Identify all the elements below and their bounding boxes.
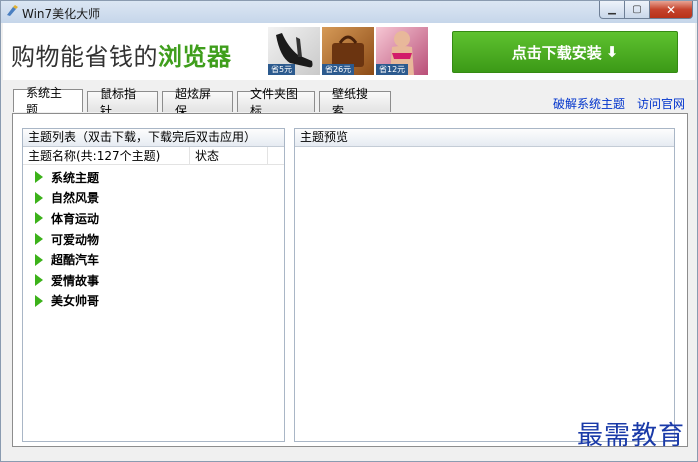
expand-arrow-icon[interactable] — [35, 171, 43, 184]
maximize-button[interactable]: ▢ — [625, 1, 650, 19]
maximize-icon: ▢ — [632, 4, 642, 15]
product-images: 省5元 省26元 省12元 — [268, 27, 428, 75]
theme-list-panel: 主题列表（双击下载，下载完后双击应用） 主题名称(共:127个主题) 状态 系统… — [22, 128, 285, 442]
tab-wallpaper-search[interactable]: 壁纸搜索 — [319, 87, 391, 118]
expand-arrow-icon[interactable] — [35, 294, 43, 307]
minimize-icon: ▁ — [608, 4, 616, 15]
theme-list-header: 主题列表（双击下载，下载完后双击应用） — [23, 129, 284, 147]
list-item-label: 体育运动 — [51, 211, 100, 226]
column-status[interactable]: 状态 — [190, 147, 268, 164]
slogan-prefix: 购物能省钱的 — [11, 43, 158, 71]
minimize-button[interactable]: ▁ — [599, 1, 625, 19]
install-label: 点击下载安装 — [511, 43, 602, 62]
tab-mouse-pointers[interactable]: 鼠标指针 — [87, 87, 158, 118]
price-tag: 省26元 — [322, 64, 355, 75]
expand-arrow-icon[interactable] — [35, 212, 43, 225]
tab-content: 主题列表（双击下载，下载完后双击应用） 主题名称(共:127个主题) 状态 系统… — [12, 113, 688, 447]
tab-bar: 系统主题 鼠标指针 超炫屏保 文件夹图标 壁纸搜索 — [13, 86, 391, 118]
crack-themes-link[interactable]: 破解系统主题 — [553, 95, 625, 112]
list-item[interactable]: 体育运动 — [23, 208, 284, 229]
tab-folder-icons[interactable]: 文件夹图标 — [237, 87, 315, 118]
theme-category-list: 系统主题 自然风景 体育运动 可爱动物 超酷汽车 爱情故事 美女帅哥 — [23, 165, 284, 311]
window-controls: ▁ ▢ ✕ — [599, 1, 693, 21]
list-item-label: 自然风景 — [51, 191, 100, 206]
theme-preview-panel: 主题预览 — [294, 128, 675, 442]
list-item[interactable]: 爱情故事 — [23, 270, 284, 291]
list-item[interactable]: 美女帅哥 — [23, 291, 284, 312]
visit-website-link[interactable]: 访问官网 — [637, 95, 685, 112]
title-bar: Win7美化大师 ▁ ▢ ✕ — [1, 1, 697, 23]
header-links: 破解系统主题 访问官网 — [553, 95, 685, 112]
close-icon: ✕ — [665, 2, 677, 17]
product-shoes-image[interactable]: 省5元 — [268, 27, 320, 75]
app-window: Win7美化大师 ▁ ▢ ✕ 购物能省钱的浏览器 省5元 省26元 省12元 点… — [0, 0, 698, 462]
expand-arrow-icon[interactable] — [35, 233, 43, 246]
expand-arrow-icon[interactable] — [35, 274, 43, 287]
product-swimwear-image[interactable]: 省12元 — [376, 27, 428, 75]
theme-preview-header: 主题预览 — [295, 129, 674, 147]
tab-system-themes[interactable]: 系统主题 — [13, 86, 83, 117]
list-item[interactable]: 自然风景 — [23, 188, 284, 209]
list-item-label: 可爱动物 — [51, 232, 100, 247]
list-item-label: 爱情故事 — [51, 273, 100, 288]
list-column-header: 主题名称(共:127个主题) 状态 — [23, 147, 284, 165]
column-name[interactable]: 主题名称(共:127个主题) — [23, 147, 190, 164]
ad-banner[interactable]: 购物能省钱的浏览器 省5元 省26元 省12元 点击下载安装 ⬇ — [3, 23, 695, 80]
app-logo-icon — [7, 5, 18, 16]
list-item[interactable]: 超酷汽车 — [23, 249, 284, 270]
download-install-button[interactable]: 点击下载安装 ⬇ — [452, 31, 678, 73]
banner-slogan: 购物能省钱的浏览器 — [11, 37, 232, 72]
slogan-highlight: 浏览器 — [158, 43, 232, 71]
list-item-label: 美女帅哥 — [51, 294, 100, 309]
price-tag: 省12元 — [376, 64, 409, 75]
tab-screensavers[interactable]: 超炫屏保 — [162, 87, 233, 118]
price-tag: 省5元 — [268, 64, 296, 75]
download-arrow-icon: ⬇ — [605, 43, 619, 61]
window-title: Win7美化大师 — [22, 7, 101, 21]
watermark-text: 最需教育 — [577, 421, 686, 451]
list-item-label: 系统主题 — [51, 170, 100, 185]
list-item[interactable]: 可爱动物 — [23, 229, 284, 250]
product-bag-image[interactable]: 省26元 — [322, 27, 374, 75]
list-item[interactable]: 系统主题 — [23, 167, 284, 188]
expand-arrow-icon[interactable] — [35, 191, 43, 204]
list-item-label: 超酷汽车 — [51, 253, 100, 268]
expand-arrow-icon[interactable] — [35, 253, 43, 266]
close-button[interactable]: ✕ — [650, 1, 693, 19]
